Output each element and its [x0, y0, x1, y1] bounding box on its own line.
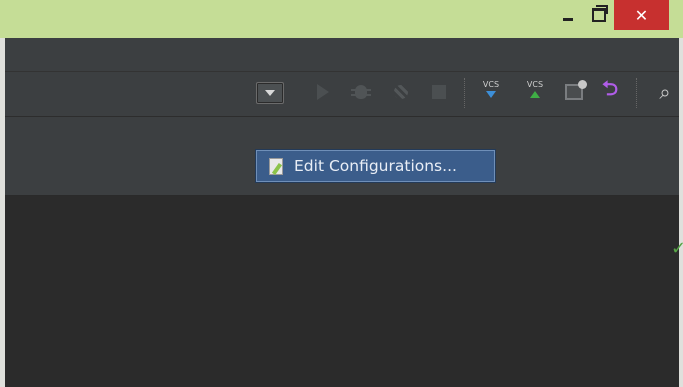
run-icon	[317, 84, 329, 100]
stop-icon	[432, 85, 446, 99]
maximize-icon	[592, 5, 608, 22]
vcs-commit-label: VCS	[526, 80, 544, 89]
menu-bar	[5, 38, 679, 72]
toolbar-separator	[636, 78, 638, 108]
edit-configurations-icon	[268, 157, 286, 176]
search-everywhere-button[interactable]: ⌕	[653, 80, 677, 104]
chevron-down-icon	[265, 90, 275, 96]
debug-button[interactable]	[351, 81, 371, 103]
run-button[interactable]	[313, 82, 333, 102]
toolbar-separator	[464, 78, 466, 108]
arrow-down-icon	[486, 91, 496, 98]
vcs-update-button[interactable]: VCS	[480, 80, 502, 106]
edit-configurations-menu-item[interactable]: Edit Configurations...	[256, 150, 495, 182]
code-editor[interactable]	[5, 196, 679, 387]
debug-icon	[351, 85, 371, 99]
ide-window: VCS VCS ⮌ ⌕ M <> ✓ Edit Configurations..…	[5, 38, 683, 387]
close-button[interactable]: ✕	[614, 0, 669, 30]
run-configuration-dropdown[interactable]	[256, 82, 284, 104]
coverage-button[interactable]	[391, 82, 411, 102]
vcs-history-button[interactable]	[563, 80, 587, 102]
search-icon: ⌕	[659, 80, 671, 104]
window-titlebar: ✕	[0, 0, 683, 38]
minimize-button[interactable]	[553, 0, 583, 30]
revert-icon: ⮌	[601, 76, 619, 100]
vcs-commit-button[interactable]: VCS	[524, 80, 546, 106]
close-icon: ✕	[634, 5, 649, 25]
minimize-icon	[563, 17, 573, 21]
vcs-update-label: VCS	[482, 80, 500, 89]
revert-button[interactable]: ⮌	[599, 76, 621, 102]
maximize-button[interactable]	[584, 0, 614, 30]
check-icon: ✓	[671, 238, 683, 259]
history-icon	[565, 80, 587, 100]
arrow-up-icon	[530, 91, 540, 98]
stop-button[interactable]	[429, 82, 449, 102]
menu-item-label: Edit Configurations...	[294, 157, 457, 175]
coverage-icon	[394, 85, 408, 99]
